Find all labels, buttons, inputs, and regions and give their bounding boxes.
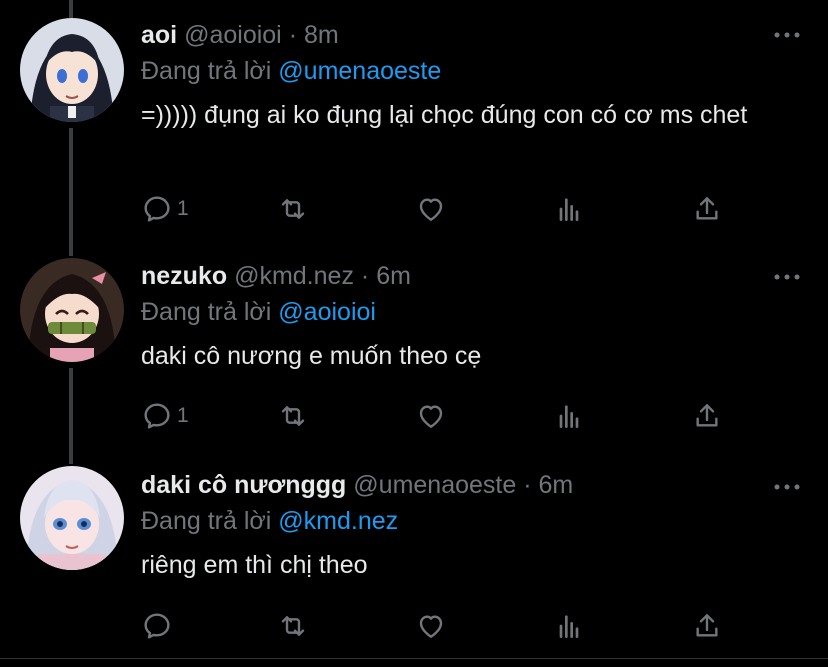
- display-name[interactable]: nezuko: [141, 262, 227, 290]
- replying-to-label: Đang trả lời: [141, 298, 272, 326]
- tweet-text: =))))) đụng ai ko đụng lại chọc đúng con…: [141, 101, 748, 129]
- analytics-button[interactable]: [553, 399, 585, 433]
- analytics-button[interactable]: [553, 192, 585, 226]
- separator-dot: ·: [360, 262, 370, 290]
- reply-button[interactable]: 1: [141, 399, 189, 433]
- heart-icon: [419, 405, 443, 428]
- tweet-actions: 1: [141, 399, 741, 433]
- share-button[interactable]: [691, 609, 723, 643]
- heart-icon: [419, 198, 443, 221]
- separator-dot: ·: [288, 21, 298, 49]
- tweet-actions: [141, 609, 741, 643]
- tweet-actions: 1: [141, 192, 741, 226]
- replying-to-mention[interactable]: @aoioioi: [278, 298, 376, 326]
- more-options-icon[interactable]: [772, 270, 802, 282]
- replying-to-mention[interactable]: @kmd.nez: [278, 507, 398, 535]
- reply-icon: [144, 613, 170, 639]
- replying-to: Đang trả lời @kmd.nez: [141, 506, 398, 536]
- avatar[interactable]: [20, 466, 124, 570]
- more-options-icon[interactable]: [772, 480, 802, 492]
- replying-to-label: Đang trả lời: [141, 57, 272, 85]
- reply-button[interactable]: [141, 609, 177, 643]
- user-handle[interactable]: @umenaoeste: [353, 471, 516, 499]
- analytics-icon: [559, 615, 579, 638]
- retweet-button[interactable]: [277, 399, 309, 433]
- tweet-text: riêng em thì chị theo: [141, 551, 368, 579]
- retweet-icon: [281, 199, 305, 219]
- daki-anime-avatar-icon: [20, 466, 124, 570]
- tweet-daki[interactable]: daki cô nươnggg @umenaoeste · 6m Đang tr…: [0, 458, 828, 658]
- retweet-button[interactable]: [277, 192, 309, 226]
- share-icon: [696, 404, 718, 427]
- more-options-icon[interactable]: [772, 28, 802, 40]
- replying-to-mention[interactable]: @umenaoeste: [278, 57, 441, 85]
- retweet-icon: [281, 406, 305, 426]
- retweet-button[interactable]: [277, 609, 309, 643]
- like-button[interactable]: [415, 609, 447, 643]
- user-handle[interactable]: @kmd.nez: [234, 262, 354, 290]
- nezuko-anime-avatar-icon: [20, 258, 124, 362]
- separator-dot: ·: [523, 471, 532, 499]
- timestamp[interactable]: 6m: [376, 262, 411, 290]
- replying-to: Đang trả lời @aoioioi: [141, 297, 376, 327]
- like-button[interactable]: [415, 399, 447, 433]
- timestamp[interactable]: 6m: [539, 471, 574, 499]
- tweet-header: nezuko @kmd.nez · 6m: [141, 261, 411, 291]
- reply-button[interactable]: 1: [141, 192, 189, 226]
- divider: [0, 658, 828, 659]
- like-button[interactable]: [415, 192, 447, 226]
- avatar[interactable]: [20, 18, 124, 122]
- analytics-button[interactable]: [553, 609, 585, 643]
- tweet-aoi[interactable]: aoi @aoioioi · 8m Đang trả lời @umenaoes…: [0, 0, 828, 248]
- replying-to-label: Đang trả lời: [141, 507, 272, 535]
- share-icon: [696, 197, 718, 220]
- analytics-icon: [559, 405, 579, 428]
- retweet-icon: [281, 616, 305, 636]
- replying-to: Đang trả lời @umenaoeste: [141, 56, 441, 86]
- reply-count: 1: [177, 197, 189, 220]
- share-button[interactable]: [691, 399, 723, 433]
- tweet-header: daki cô nươnggg @umenaoeste · 6m: [141, 470, 573, 500]
- display-name[interactable]: aoi: [141, 21, 177, 49]
- share-button[interactable]: [691, 192, 723, 226]
- user-handle[interactable]: @aoioioi: [184, 21, 282, 49]
- reply-icon: [144, 196, 170, 222]
- display-name[interactable]: daki cô nươnggg: [141, 471, 346, 499]
- timestamp[interactable]: 8m: [304, 21, 339, 49]
- analytics-icon: [559, 198, 579, 221]
- avatar[interactable]: [20, 258, 124, 362]
- tweet-text: daki cô nương e muốn theo cẹ: [141, 342, 482, 370]
- share-icon: [696, 614, 718, 637]
- reply-count: 1: [177, 404, 189, 427]
- heart-icon: [419, 615, 443, 638]
- tweet-header: aoi @aoioioi · 8m: [141, 20, 339, 50]
- tweet-nezuko[interactable]: nezuko @kmd.nez · 6m Đang trả lời @aoioi…: [0, 248, 828, 458]
- reply-icon: [144, 403, 170, 429]
- aoi-anime-avatar-icon: [20, 18, 124, 122]
